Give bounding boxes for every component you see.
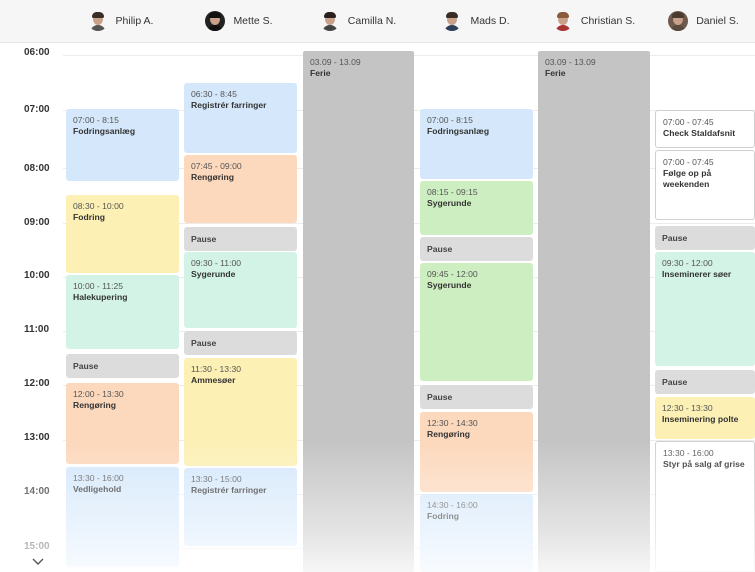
person-name: Mads D. xyxy=(470,15,510,27)
time-label: 14:00 xyxy=(24,486,50,497)
person-column-header[interactable]: Mette S. xyxy=(180,0,298,42)
person-name: Christian S. xyxy=(580,15,636,27)
shift-event[interactable]: 12:00 - 13:30 Rengøring xyxy=(66,383,179,464)
shift-event[interactable]: 10:00 - 11:25 Halekupering xyxy=(66,275,179,349)
time-label: 15:00 xyxy=(24,541,50,552)
shift-event[interactable]: 12:30 - 14:30 Rengøring xyxy=(420,412,533,492)
time-label: 10:00 xyxy=(24,270,50,281)
pause-event[interactable]: Pause xyxy=(655,370,755,394)
pause-event[interactable]: Pause xyxy=(655,226,755,250)
person-avatar xyxy=(668,11,689,31)
shift-event[interactable]: 07:00 - 8:15 Fodringsanlæg xyxy=(420,109,533,179)
person-avatar xyxy=(88,11,108,31)
pause-event[interactable]: Pause xyxy=(66,354,179,378)
vacation-event[interactable]: 03.09 - 13.09 Ferie xyxy=(538,51,650,572)
person-avatar xyxy=(553,11,573,31)
schedule-grid: 06:00 07:00 08:00 09:00 10:00 11:00 12:0… xyxy=(0,42,755,572)
shift-event[interactable]: 07:00 - 07:45 Følge op på weekenden xyxy=(655,150,755,220)
shift-event[interactable]: 06:30 - 8:45 Registrér farringer xyxy=(184,83,297,153)
person-avatar xyxy=(320,11,340,31)
shift-event[interactable]: 07:00 - 8:15 Fodringsanlæg xyxy=(66,109,179,181)
person-column-header[interactable]: Philip A. xyxy=(63,0,178,42)
pause-event[interactable]: Pause xyxy=(420,237,533,261)
time-label: 11:00 xyxy=(24,324,50,335)
time-label: 08:00 xyxy=(24,163,50,174)
shift-event[interactable]: 14:30 - 16:00 Fodring xyxy=(420,494,533,572)
time-label: 12:00 xyxy=(24,378,50,389)
shift-event[interactable]: 08:15 - 09:15 Sygerunde xyxy=(420,181,533,235)
shift-event[interactable]: 09:30 - 11:00 Sygerunde xyxy=(184,252,297,328)
time-label: 07:00 xyxy=(24,104,50,115)
person-column-header[interactable]: Mads D. xyxy=(416,0,536,42)
shift-event[interactable]: 12:30 - 13:30 Inseminering polte xyxy=(655,397,755,439)
time-label: 13:00 xyxy=(24,432,50,443)
shift-event[interactable]: 09:30 - 12:00 Inseminerer søer xyxy=(655,252,755,366)
shift-event[interactable]: 08:30 - 10:00 Fodring xyxy=(66,195,179,273)
shift-event[interactable]: 13:30 - 15:00 Registrér farringer xyxy=(184,468,297,546)
staff-header: Philip A. Mette S. Camilla N. Mads D. Ch… xyxy=(0,0,755,43)
pause-event[interactable]: Pause xyxy=(420,385,533,409)
chevron-down-icon[interactable] xyxy=(31,556,45,568)
shift-event[interactable]: 07:45 - 09:00 Rengøring xyxy=(184,155,297,223)
person-avatar xyxy=(442,11,462,31)
shift-event[interactable]: 11:30 - 13:30 Ammesøer xyxy=(184,358,297,466)
person-name: Philip A. xyxy=(115,15,154,27)
person-name: Camilla N. xyxy=(347,15,397,27)
time-label: 06:00 xyxy=(24,47,50,58)
vacation-event[interactable]: 03.09 - 13.09 Ferie xyxy=(303,51,414,572)
person-name: Mette S. xyxy=(233,15,273,27)
shift-event[interactable]: 13:30 - 16:00 Vedligehold xyxy=(66,467,179,567)
pause-event[interactable]: Pause xyxy=(184,227,297,251)
pause-event[interactable]: Pause xyxy=(184,331,297,355)
person-column-header[interactable]: Camilla N. xyxy=(300,0,416,42)
person-column-header[interactable]: Christian S. xyxy=(536,0,652,42)
time-label: 09:00 xyxy=(24,217,50,228)
person-column-header[interactable]: Daniel S. xyxy=(652,0,755,42)
person-name: Daniel S. xyxy=(696,15,739,27)
shift-event[interactable]: 13:30 - 16:00 Styr på salg af grise xyxy=(655,441,755,572)
shift-event[interactable]: 07:00 - 07:45 Check Staldafsnit xyxy=(655,110,755,148)
person-avatar xyxy=(205,11,226,31)
shift-event[interactable]: 09:45 - 12:00 Sygerunde xyxy=(420,263,533,381)
